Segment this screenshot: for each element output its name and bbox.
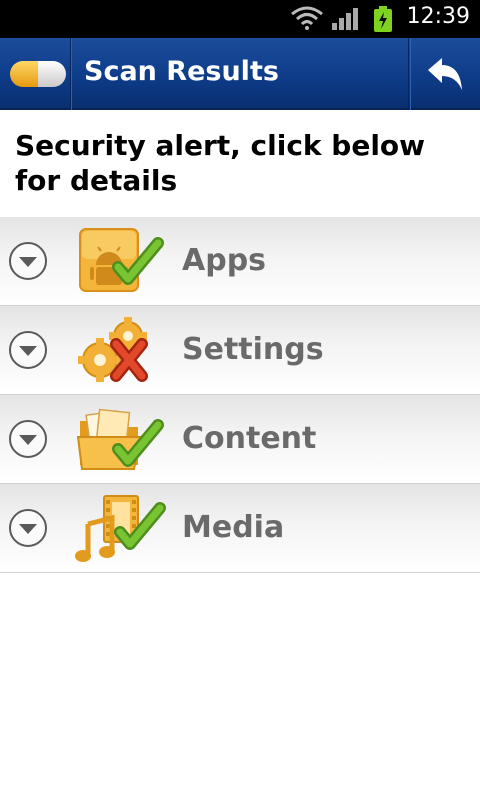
status-time: 12:39 [406,4,470,29]
media-check-icon [75,495,166,562]
category-label: Content [182,421,317,456]
security-alert-text: Security alert, click below for details [15,129,426,197]
category-row-content[interactable]: Content [0,395,480,484]
category-row-apps[interactable]: Apps [0,217,480,306]
scan-category-list: Apps Settings Content Media [0,217,480,573]
category-label: Apps [182,243,267,278]
page-title: Scan Results [84,56,279,87]
back-button[interactable] [408,38,480,110]
category-row-settings[interactable]: Settings [0,306,480,395]
chevron-down-icon[interactable] [8,241,48,281]
app-logo-button[interactable] [0,38,72,110]
category-label: Media [182,510,285,545]
chevron-down-icon[interactable] [8,419,48,459]
pill-logo-icon [10,61,66,87]
wifi-icon [290,6,324,34]
android-check-icon [79,228,164,292]
chevron-down-icon[interactable] [8,508,48,548]
folder-check-icon [76,408,164,470]
app-header: Scan Results [0,38,480,110]
status-bar: 12:39 [0,0,480,38]
back-arrow-icon [428,58,462,90]
category-label: Settings [182,332,324,367]
chevron-down-icon[interactable] [8,330,48,370]
signal-icon [332,8,360,34]
gears-x-icon [78,317,148,382]
category-row-media[interactable]: Media [0,484,480,573]
battery-charging-icon [374,6,392,36]
